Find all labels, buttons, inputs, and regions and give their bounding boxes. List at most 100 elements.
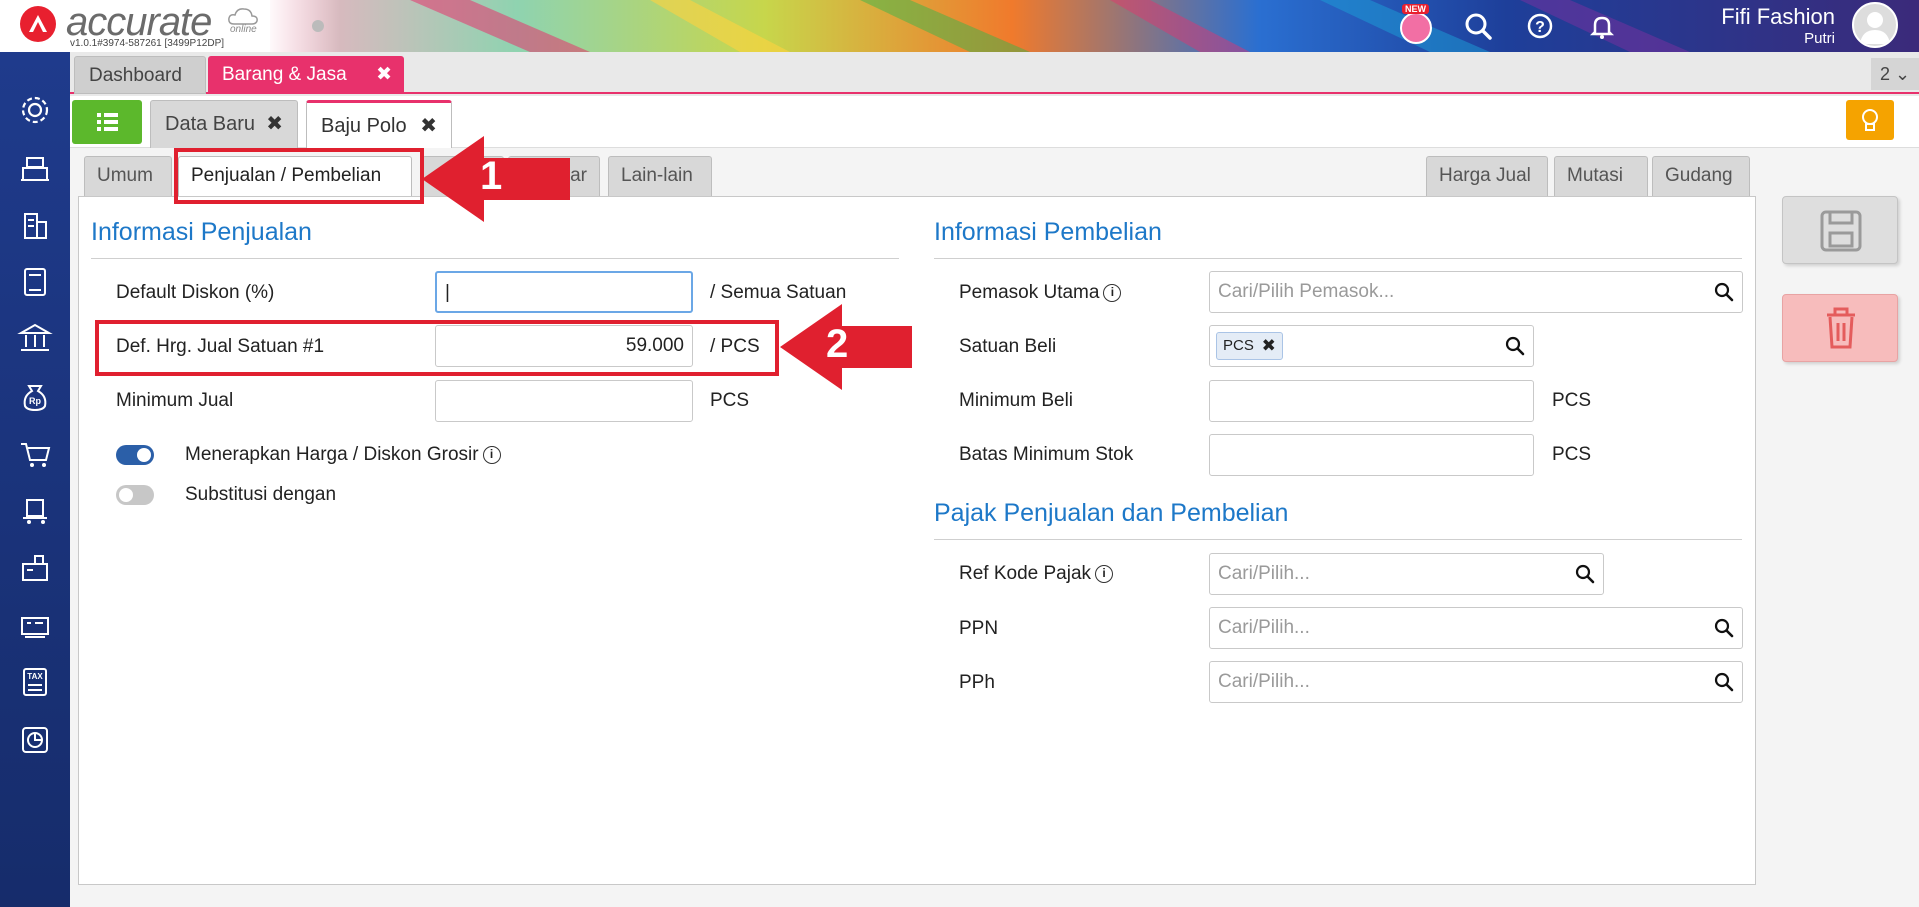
search-icon[interactable] <box>1575 564 1595 584</box>
ppn-input[interactable]: Cari/Pilih... <box>1209 607 1743 649</box>
svg-text:?: ? <box>1535 19 1545 36</box>
tab-harga-jual[interactable]: Harga Jual <box>1426 156 1548 196</box>
sidebar-item-reports[interactable] <box>17 722 53 758</box>
minimum-jual-unit: PCS <box>710 390 750 411</box>
highlight-box-step1 <box>174 148 424 204</box>
remove-chip-icon[interactable]: ✖ <box>1262 333 1276 359</box>
company-name[interactable]: Fifi Fashion <box>1721 4 1835 30</box>
list-icon <box>97 113 118 131</box>
pph-label: PPh <box>959 672 995 693</box>
batas-stok-input[interactable] <box>1209 434 1534 476</box>
section-divider <box>91 258 899 259</box>
gear-icon <box>21 96 49 124</box>
sidebar-item-ledger[interactable] <box>17 264 53 300</box>
section-title-penjualan: Informasi Penjualan <box>91 218 312 246</box>
sidebar-item-company[interactable] <box>17 208 53 244</box>
unit-chip-label: PCS <box>1223 337 1254 354</box>
tab-gudang[interactable]: Gudang <box>1652 156 1750 196</box>
close-tab-icon[interactable]: ✖ <box>266 101 283 147</box>
tab-barang-jasa[interactable]: Barang & Jasa ✖ <box>208 56 404 94</box>
sidebar-item-inventory[interactable] <box>17 550 53 586</box>
sidebar-item-settings[interactable] <box>17 92 53 128</box>
user-avatar[interactable] <box>1852 2 1898 48</box>
sidebar: Rp TAX <box>0 52 70 907</box>
tab-lain-lain[interactable]: Lain-lain <box>608 156 712 196</box>
item-list-button[interactable] <box>72 100 142 144</box>
info-icon[interactable]: i <box>482 446 501 464</box>
tab-data-baru-label: Data Baru <box>165 113 256 135</box>
ref-kode-label-text: Ref Kode Pajak <box>959 563 1092 584</box>
new-badge: NEW <box>1402 4 1429 14</box>
tab-umum[interactable]: Umum <box>84 156 172 196</box>
ref-kode-label: Ref Kode Pajak i <box>959 563 1114 585</box>
pph-placeholder: Cari/Pilih... <box>1218 671 1310 692</box>
satuan-beli-label: Satuan Beli <box>959 336 1057 357</box>
search-icon[interactable] <box>1714 618 1734 638</box>
sidebar-item-assets[interactable] <box>17 608 53 644</box>
pemasok-label-text: Pemasok Utama <box>959 282 1100 303</box>
info-icon[interactable]: i <box>1103 284 1122 302</box>
help-icon: ? <box>1527 13 1553 39</box>
tab-mutasi[interactable]: Mutasi <box>1554 156 1648 196</box>
cash-register-icon <box>21 157 49 181</box>
sidebar-item-sales[interactable] <box>17 436 53 472</box>
sidebar-item-cashier[interactable] <box>17 150 53 186</box>
sidebar-item-bank[interactable] <box>17 320 53 356</box>
close-tab-icon[interactable]: ✖ <box>376 56 392 94</box>
search-icon[interactable] <box>1714 282 1734 302</box>
delete-button[interactable] <box>1782 294 1898 362</box>
machine-icon <box>21 617 49 638</box>
open-tabs-count-dropdown[interactable]: 2 ⌄ <box>1871 58 1919 90</box>
tab-data-baru[interactable]: Data Baru ✖ <box>150 100 298 148</box>
sidebar-item-purchase[interactable] <box>17 492 53 528</box>
notifications-button[interactable] <box>1584 8 1620 44</box>
annotation-step2-number: 2 <box>826 322 849 366</box>
grosir-toggle[interactable] <box>116 445 154 465</box>
sidebar-item-tax[interactable]: TAX <box>17 664 53 700</box>
ref-kode-input[interactable]: Cari/Pilih... <box>1209 553 1604 595</box>
search-icon[interactable] <box>1714 672 1734 692</box>
help-button[interactable]: ? <box>1522 8 1558 44</box>
tab-baju-polo-label: Baju Polo <box>321 115 407 137</box>
search-button[interactable] <box>1460 8 1496 44</box>
money-bag-icon: Rp <box>23 385 47 412</box>
minimum-beli-unit: PCS <box>1552 390 1592 411</box>
info-icon[interactable]: i <box>1095 565 1114 583</box>
section-title-pembelian: Informasi Pembelian <box>934 218 1162 246</box>
shopping-trolley-icon <box>23 499 47 524</box>
grosir-label-text: Menerapkan Harga / Diskon Grosir <box>185 444 479 465</box>
trash-icon <box>1827 307 1855 349</box>
app-header: accurate online v1.0.1#3974-587261 [3499… <box>0 0 1919 52</box>
bank-icon <box>17 323 53 351</box>
search-icon <box>1465 13 1492 40</box>
section-title-pajak: Pajak Penjualan dan Pembelian <box>934 499 1289 527</box>
pemasok-placeholder: Cari/Pilih Pemasok... <box>1218 281 1395 302</box>
substitusi-toggle[interactable] <box>116 485 154 505</box>
pph-input[interactable]: Cari/Pilih... <box>1209 661 1743 703</box>
default-diskon-label: Default Diskon (%) <box>116 282 275 303</box>
default-diskon-input[interactable]: | <box>435 271 693 313</box>
save-button[interactable] <box>1782 196 1898 264</box>
ref-kode-placeholder: Cari/Pilih... <box>1218 563 1310 584</box>
search-icon[interactable] <box>1505 336 1525 356</box>
section-divider <box>934 258 1742 259</box>
minimum-beli-input[interactable] <box>1209 380 1534 422</box>
whats-new-button[interactable]: NEW <box>1396 4 1434 44</box>
substitusi-label: Substitusi dengan <box>185 484 337 505</box>
tax-icon: TAX <box>23 668 47 696</box>
tips-button[interactable] <box>1846 100 1894 140</box>
grosir-label: Menerapkan Harga / Diskon Grosir i <box>185 444 501 466</box>
pemasok-input[interactable]: Cari/Pilih Pemasok... <box>1209 271 1743 313</box>
avatar-icon <box>1860 12 1890 44</box>
satuan-beli-input[interactable]: PCS ✖ <box>1209 325 1534 367</box>
ppn-label: PPN <box>959 618 999 639</box>
batas-stok-label: Batas Minimum Stok <box>959 444 1134 465</box>
tab-barang-jasa-label: Barang & Jasa <box>222 64 347 85</box>
batas-stok-unit: PCS <box>1552 444 1592 465</box>
cloud-icon <box>228 8 258 25</box>
tab-dashboard[interactable]: Dashboard <box>74 56 206 94</box>
unit-chip: PCS ✖ <box>1216 332 1283 360</box>
sidebar-item-payables[interactable]: Rp <box>17 378 53 414</box>
minimum-jual-input[interactable] <box>435 380 693 422</box>
warehouse-icon <box>22 555 48 581</box>
